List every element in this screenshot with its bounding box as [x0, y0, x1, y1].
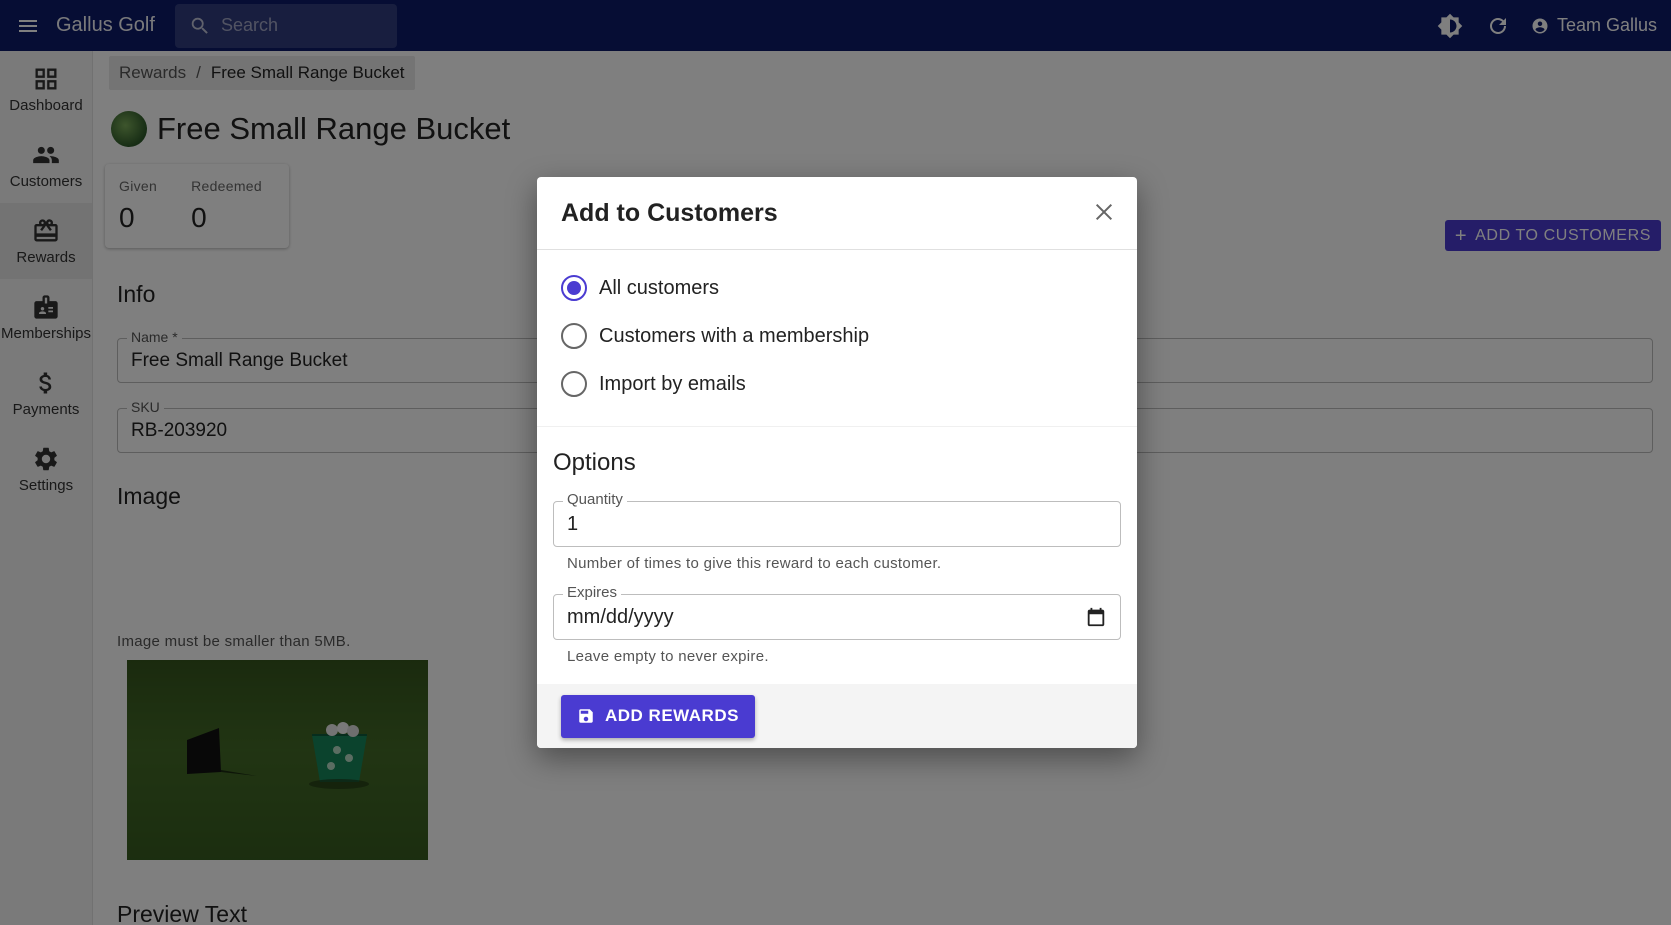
radio-all-customers[interactable]: All customers	[561, 264, 1113, 312]
quantity-value: 1	[567, 512, 579, 535]
radio-customers-with-membership[interactable]: Customers with a membership	[561, 312, 1113, 360]
calendar-picker-button[interactable]	[1085, 606, 1107, 628]
radio-import-by-emails[interactable]: Import by emails	[561, 360, 1113, 408]
radio-button[interactable]	[561, 323, 587, 349]
quantity-helper-text: Number of times to give this reward to e…	[567, 555, 942, 572]
close-icon	[1095, 203, 1113, 221]
dialog-header: Add to Customers	[537, 177, 1137, 250]
quantity-label: Quantity	[563, 491, 627, 508]
save-icon	[579, 709, 593, 723]
expires-date-field[interactable]: Expires mm/dd/yyyy	[553, 584, 1121, 640]
add-rewards-label: ADD REWARDS	[605, 706, 739, 725]
close-button[interactable]	[1089, 197, 1119, 227]
radio-button[interactable]	[561, 275, 587, 301]
options-heading: Options	[553, 449, 636, 476]
quantity-field[interactable]: Quantity 1	[553, 491, 1121, 547]
dialog-footer: ADD REWARDS	[537, 684, 1137, 748]
expires-label: Expires	[563, 584, 622, 601]
add-to-customers-dialog: Add to Customers All customers Customers…	[537, 177, 1137, 748]
radio-label: All customers	[599, 276, 720, 299]
calendar-icon	[1087, 607, 1105, 627]
expires-helper-text: Leave empty to never expire.	[567, 648, 769, 665]
radio-label: Import by emails	[599, 372, 746, 395]
customer-radio-group: All customers Customers with a membershi…	[537, 250, 1137, 427]
radio-label: Customers with a membership	[599, 324, 870, 347]
dialog-title: Add to Customers	[561, 198, 778, 227]
expires-placeholder: mm/dd/yyyy	[567, 605, 674, 628]
add-rewards-button[interactable]: ADD REWARDS	[561, 694, 755, 738]
radio-button[interactable]	[561, 371, 587, 397]
